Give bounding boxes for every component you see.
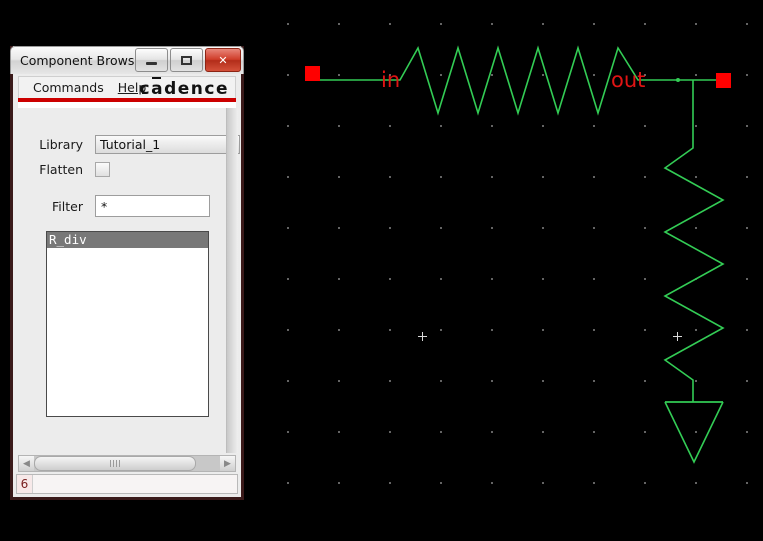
minimize-button[interactable] [135,48,168,72]
scroll-track[interactable] [34,456,220,471]
filter-row: Filter * [29,195,210,217]
output-terminal[interactable] [716,73,731,88]
vertical-scrollbar[interactable] [226,108,238,453]
filter-input[interactable]: * [95,195,210,217]
menu-bar: Commands Help cadence [18,76,236,99]
close-button[interactable]: ✕ [205,48,241,72]
cadence-logo: cadence [139,79,229,99]
crosshair-cursor [418,332,427,341]
vertical-resistor [663,80,725,402]
schematic-canvas[interactable]: in out [280,0,763,521]
net-label-in: in [381,68,401,92]
screen: in out Component Browser... ✕ Commands H… [0,0,763,541]
scroll-thumb[interactable] [34,456,196,471]
menu-commands[interactable]: Commands [33,80,104,95]
flatten-row: Flatten [29,162,110,177]
status-message [33,475,237,493]
status-bar: 6 [16,474,238,494]
scroll-right-arrow[interactable]: ▶ [220,456,235,471]
library-label: Library [39,137,83,152]
list-item[interactable]: R_div [47,232,208,248]
filter-label: Filter [52,198,83,214]
schematic-drawing [305,45,725,464]
window-controls: ✕ [133,48,241,72]
net-label-out: out [611,68,646,92]
horizontal-scrollbar[interactable]: ◀ ▶ [18,455,236,472]
library-select[interactable]: Tutorial_1 [95,135,240,154]
flatten-checkbox[interactable] [95,162,110,177]
ground-symbol [664,401,724,464]
status-count: 6 [17,475,33,493]
scroll-left-arrow[interactable]: ◀ [19,456,34,471]
desktop-background-bottom [0,521,763,541]
component-list[interactable]: R_div [46,231,209,417]
window-titlebar[interactable]: Component Browser... ✕ [10,46,244,74]
library-row: Library Tutorial_1 [29,135,240,154]
flatten-label: Flatten [39,162,83,177]
input-terminal[interactable] [305,66,320,81]
panel-top-spacer [18,102,236,108]
maximize-button[interactable] [170,48,203,72]
crosshair-marker [673,332,682,341]
